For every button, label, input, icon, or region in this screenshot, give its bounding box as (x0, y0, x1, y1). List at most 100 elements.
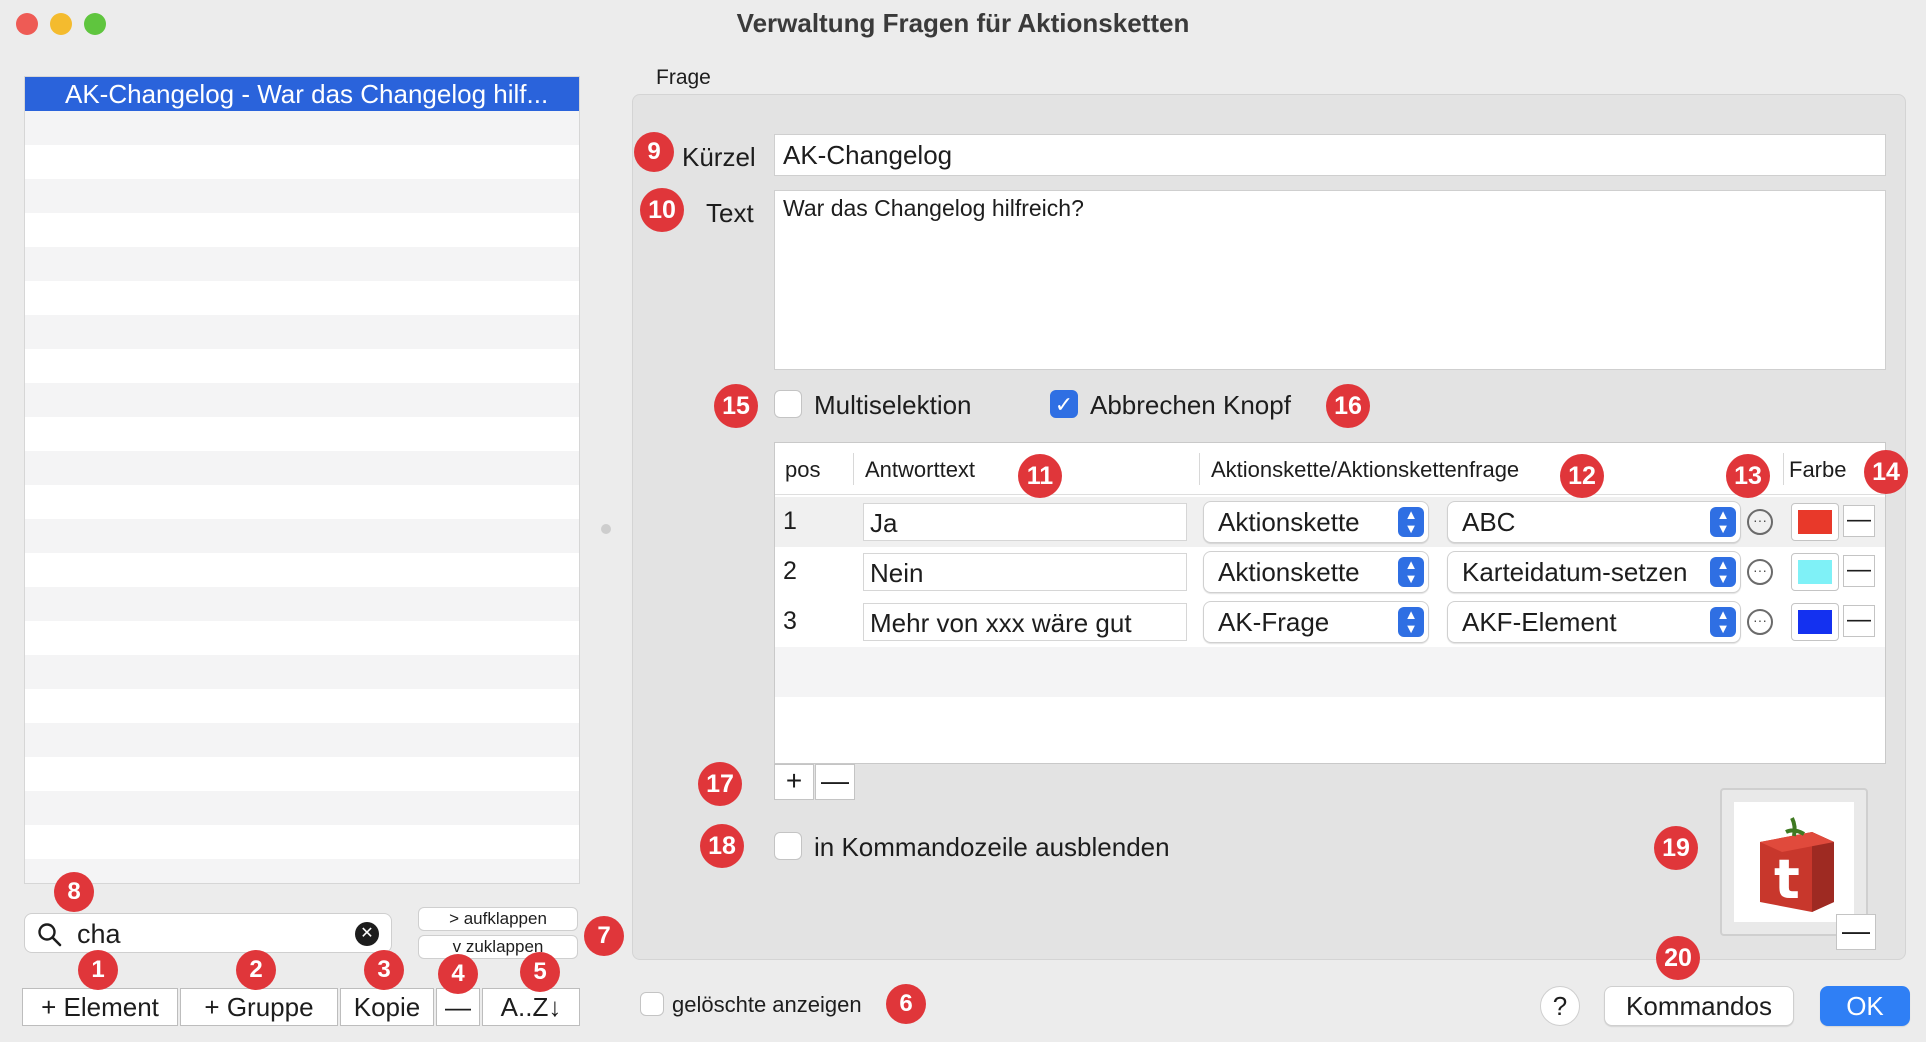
search-input[interactable]: cha (77, 919, 121, 950)
column-chain[interactable]: Aktionskette/Aktionskettenfrage (1211, 457, 1519, 483)
ellipsis-circle-icon[interactable]: ··· (1747, 559, 1773, 585)
answer-field[interactable]: Nein (863, 553, 1187, 591)
annotation-badge: 3 (364, 950, 404, 990)
list-item (25, 655, 579, 689)
chain-target-value: Karteidatum-setzen (1462, 557, 1688, 587)
remove-row-button[interactable]: — (815, 764, 855, 800)
chain-type-value: Aktionskette (1218, 507, 1360, 537)
add-element-button[interactable]: + Element (22, 988, 178, 1026)
list-item-selected[interactable]: AK-Changelog - War das Changelog hilf... (25, 77, 579, 111)
tomato-t-logo: t (1760, 817, 1834, 912)
annotation-badge: 10 (640, 188, 684, 232)
list-item (25, 213, 579, 247)
help-button[interactable]: ? (1540, 986, 1580, 1026)
annotation-badge: 6 (886, 984, 926, 1024)
annotation-badge: 15 (714, 384, 758, 428)
table-row[interactable]: 2 Nein Aktionskette ▲ ▼ Karteidatum-setzen… (775, 547, 1885, 597)
chain-type-value: Aktionskette (1218, 557, 1360, 587)
answer-field[interactable]: Mehr von xxx wäre gut (863, 603, 1187, 641)
chain-target-popup[interactable]: Karteidatum-setzen ▲ ▼ (1447, 551, 1741, 593)
list-item (25, 757, 579, 791)
show-deleted-checkbox[interactable] (640, 992, 664, 1016)
expand-button[interactable]: > aufklappen (418, 907, 578, 931)
list-item (25, 349, 579, 383)
title-bar: Verwaltung Fragen für Aktionsketten (0, 0, 1926, 46)
kuerzel-label: Kürzel (682, 142, 756, 172)
table-row[interactable]: 3 Mehr von xxx wäre gut AK-Frage ▲ ▼ AKF-E… (775, 597, 1885, 647)
chevron-updown-icon: ▲ ▼ (1710, 557, 1736, 587)
list-item (25, 383, 579, 417)
multiselect-checkbox[interactable] (774, 390, 802, 418)
clear-icon[interactable]: ✕ (355, 922, 379, 946)
column-divider (1199, 453, 1200, 485)
hide-cmdline-checkbox[interactable] (774, 832, 802, 860)
color-well[interactable] (1791, 603, 1839, 641)
column-pos[interactable]: pos (785, 457, 820, 483)
list-item (25, 723, 579, 757)
add-row-button[interactable]: + (774, 764, 814, 800)
chain-type-popup[interactable]: Aktionskette ▲ ▼ (1203, 501, 1429, 543)
annotation-badge: 5 (520, 952, 560, 992)
list-item (25, 281, 579, 315)
chevron-updown-icon: ▲ ▼ (1710, 607, 1736, 637)
copy-button[interactable]: Kopie (340, 988, 434, 1026)
chevron-updown-icon: ▲ ▼ (1398, 557, 1424, 587)
search-field[interactable]: cha ✕ (24, 913, 392, 953)
multiselect-label: Multiselektion (814, 390, 972, 420)
chain-target-popup[interactable]: AKF-Element ▲ ▼ (1447, 601, 1741, 643)
answer-field[interactable]: Ja (863, 503, 1187, 541)
annotation-badge: 16 (1326, 384, 1370, 428)
annotation-badge: 2 (236, 950, 276, 990)
color-well[interactable] (1791, 553, 1839, 591)
list-item (25, 621, 579, 655)
ok-button[interactable]: OK (1820, 986, 1910, 1026)
annotation-badge: 20 (1656, 936, 1700, 980)
commands-button[interactable]: Kommandos (1604, 986, 1794, 1026)
list-item (25, 145, 579, 179)
sort-button[interactable]: A..Z↓ (482, 988, 580, 1026)
text-area[interactable]: War das Changelog hilfreich? (774, 190, 1886, 370)
chain-target-value: ABC (1462, 507, 1516, 537)
color-swatch (1798, 610, 1832, 634)
cancel-button-checkbox[interactable]: ✓ (1050, 390, 1078, 418)
color-well[interactable] (1791, 503, 1839, 541)
column-answer[interactable]: Antworttext (865, 457, 975, 483)
collapse-button[interactable]: v zuklappen (418, 935, 578, 959)
chain-type-popup[interactable]: AK-Frage ▲ ▼ (1203, 601, 1429, 643)
kuerzel-field[interactable]: AK-Changelog (774, 134, 1886, 176)
row-pos: 3 (783, 607, 797, 635)
list-item (25, 179, 579, 213)
add-group-button[interactable]: + Gruppe (180, 988, 338, 1026)
question-list[interactable]: AK-Changelog - War das Changelog hilf... (24, 76, 580, 884)
annotation-badge: 4 (438, 954, 478, 994)
svg-text:t: t (1774, 848, 1800, 911)
column-color[interactable]: Farbe (1789, 457, 1846, 483)
cancel-button-label: Abbrechen Knopf (1090, 390, 1291, 420)
window-title: Verwaltung Fragen für Aktionsketten (736, 8, 1190, 38)
table-row-empty (775, 647, 1885, 697)
section-label: Frage (656, 66, 711, 89)
clear-color-button[interactable]: — (1843, 605, 1875, 637)
hide-cmdline-label: in Kommandozeile ausblenden (814, 832, 1170, 862)
clear-color-button[interactable]: — (1843, 505, 1875, 537)
chain-target-popup[interactable]: ABC ▲ ▼ (1447, 501, 1741, 543)
remove-image-button[interactable]: — (1836, 914, 1876, 950)
list-item (25, 689, 579, 723)
column-divider (1783, 453, 1784, 485)
row-pos: 1 (783, 507, 797, 535)
clear-color-button[interactable]: — (1843, 555, 1875, 587)
list-item (25, 417, 579, 451)
annotation-badge: 11 (1018, 454, 1062, 498)
list-item (25, 553, 579, 587)
ellipsis-circle-icon[interactable]: ··· (1747, 609, 1773, 635)
chain-type-value: AK-Frage (1218, 607, 1330, 637)
chevron-updown-icon: ▲ ▼ (1398, 607, 1424, 637)
image-preview: t (1734, 802, 1854, 922)
chain-type-popup[interactable]: Aktionskette ▲ ▼ (1203, 551, 1429, 593)
table-row[interactable]: 1 Ja Aktionskette ▲ ▼ ABC ▲ ▼ ··· — (775, 497, 1885, 547)
answers-table: pos Antworttext Aktionskette/Aktionskett… (774, 442, 1886, 764)
split-view-handle[interactable] (601, 524, 611, 534)
list-item (25, 519, 579, 553)
list-item (25, 485, 579, 519)
ellipsis-circle-icon[interactable]: ··· (1747, 509, 1773, 535)
